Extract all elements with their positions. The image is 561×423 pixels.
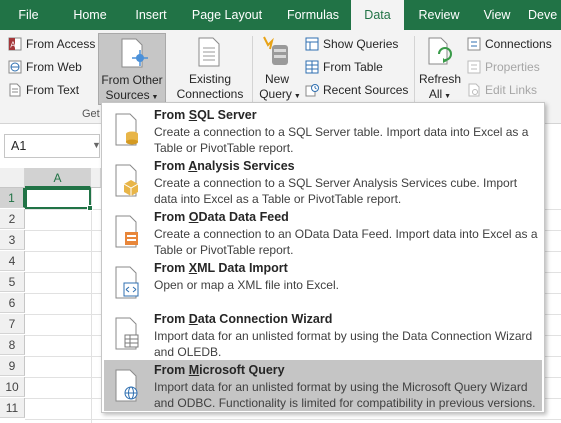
web-icon [8,60,22,74]
from-table-label: From Table [323,60,383,74]
from-text-label: From Text [26,83,80,97]
menu-item-description: Create a connection to a SQL Server Anal… [154,176,518,206]
svg-text:A: A [10,41,16,50]
new-query-icon [263,36,288,65]
show-queries-label: Show Queries [323,37,399,51]
from-web-label: From Web [26,60,82,74]
tab-developer[interactable]: Deve [528,0,561,30]
recent-sources-icon [305,84,319,97]
row-header[interactable]: 9 [0,356,25,376]
xml-import-icon [115,266,139,299]
edit-links-label: Edit Links [485,83,538,97]
menu-item-description: Import data for an unlisted format by us… [154,329,533,359]
connections-label: Connections [485,37,552,51]
select-all-corner[interactable] [0,168,25,188]
refresh-icon [428,37,452,65]
row-header[interactable]: 5 [0,272,25,292]
gridline [25,419,561,420]
menu-item-description: Import data for an unlisted format by us… [154,380,536,410]
microsoft-query-icon [115,369,138,402]
menu-item-description: Create a connection to an OData Data Fee… [154,227,538,257]
new-query-label-1: New [264,72,289,86]
menu-item-data-connection-wizard[interactable]: From Data Connection Wizard Import data … [104,309,542,359]
tab-formulas[interactable]: Formulas [276,0,350,30]
row-header[interactable]: 3 [0,230,25,250]
tab-insert[interactable]: Insert [124,0,178,30]
row-header[interactable]: 8 [0,335,25,355]
chevron-down-icon: ▼ [442,93,452,100]
menu-item-description: Create a connection to a SQL Server tabl… [154,125,529,155]
properties-label: Properties [485,60,540,74]
tab-file[interactable]: File [0,0,57,30]
menu-item-title: From Microsoft Query [154,363,285,377]
fill-handle[interactable] [87,205,93,211]
new-query-button[interactable]: New Query ▼ [256,33,301,105]
access-icon: A [8,37,22,51]
table-icon [305,60,319,74]
menu-item-title: From XML Data Import [154,261,288,275]
row-header[interactable]: 4 [0,251,25,271]
properties-icon [467,60,481,74]
menu-item-title: From SQL Server [154,108,257,122]
from-access-label: From Access [26,37,96,51]
row-header[interactable]: 11 [0,398,25,418]
existing-connections-label-2: Connections [176,87,244,101]
data-connection-wizard-icon [115,317,139,350]
existing-connections-label-1: Existing [188,72,232,86]
name-box[interactable]: A1 [4,134,100,158]
edit-links-icon [468,83,480,97]
existing-connections-button[interactable]: Existing Connections [173,33,247,105]
tab-page-layout[interactable]: Page Layout [184,0,270,30]
chevron-down-icon: ▼ [149,94,159,101]
refresh-all-button[interactable]: Refresh All ▼ [418,33,462,105]
row-header[interactable]: 6 [0,293,25,313]
gridline [91,188,92,423]
connections-icon [467,37,481,51]
menu-item-xml-import[interactable]: From XML Data Import Open or map a XML f… [104,258,542,308]
from-other-sources-button[interactable]: From Other Sources ▼ [98,33,166,105]
from-other-sources-menu: From SQL Server Create a connection to a… [101,102,545,413]
existing-connections-icon [198,37,220,67]
chevron-down-icon[interactable]: ▼ [92,140,101,150]
get-external-data-group-label: Get [82,108,100,120]
ribbon-separator [414,36,415,112]
column-header[interactable] [91,168,101,188]
other-sources-icon [121,38,148,68]
menu-item-title: From Analysis Services [154,159,295,173]
menu-item-odata-feed[interactable]: From OData Data Feed Create a connection… [104,207,542,257]
row-header[interactable]: 7 [0,314,25,334]
recent-sources-label: Recent Sources [323,83,409,97]
active-cell-a1[interactable] [25,188,91,209]
chevron-down-icon: ▼ [291,93,301,100]
row-header[interactable]: 10 [0,377,25,397]
tab-home[interactable]: Home [62,0,118,30]
menu-item-analysis-services[interactable]: From Analysis Services Create a connecti… [104,156,542,206]
column-header-a[interactable]: A [25,168,91,188]
ribbon-separator [252,36,253,112]
analysis-services-icon [115,164,139,197]
show-queries-icon [305,37,319,51]
tab-view[interactable]: View [474,0,520,30]
menu-item-sql-server[interactable]: From SQL Server Create a connection to a… [104,105,542,155]
refresh-all-label-1: Refresh [418,72,462,86]
ribbon-tab-bar: File Home Insert Page Layout Formulas Da… [0,0,561,30]
menu-item-description: Open or map a XML file into Excel. [154,278,339,292]
text-file-icon [9,83,21,97]
sql-server-icon [115,113,138,146]
row-header[interactable]: 2 [0,209,25,229]
odata-feed-icon [115,215,138,248]
menu-item-microsoft-query[interactable]: From Microsoft Query Import data for an … [104,360,542,411]
menu-item-title: From Data Connection Wizard [154,312,333,326]
row-header[interactable]: 1 [0,188,25,208]
tab-review[interactable]: Review [409,0,469,30]
from-other-sources-label-1: From Other [101,73,163,87]
tab-data[interactable]: Data [351,0,404,30]
menu-item-title: From OData Data Feed [154,210,289,224]
